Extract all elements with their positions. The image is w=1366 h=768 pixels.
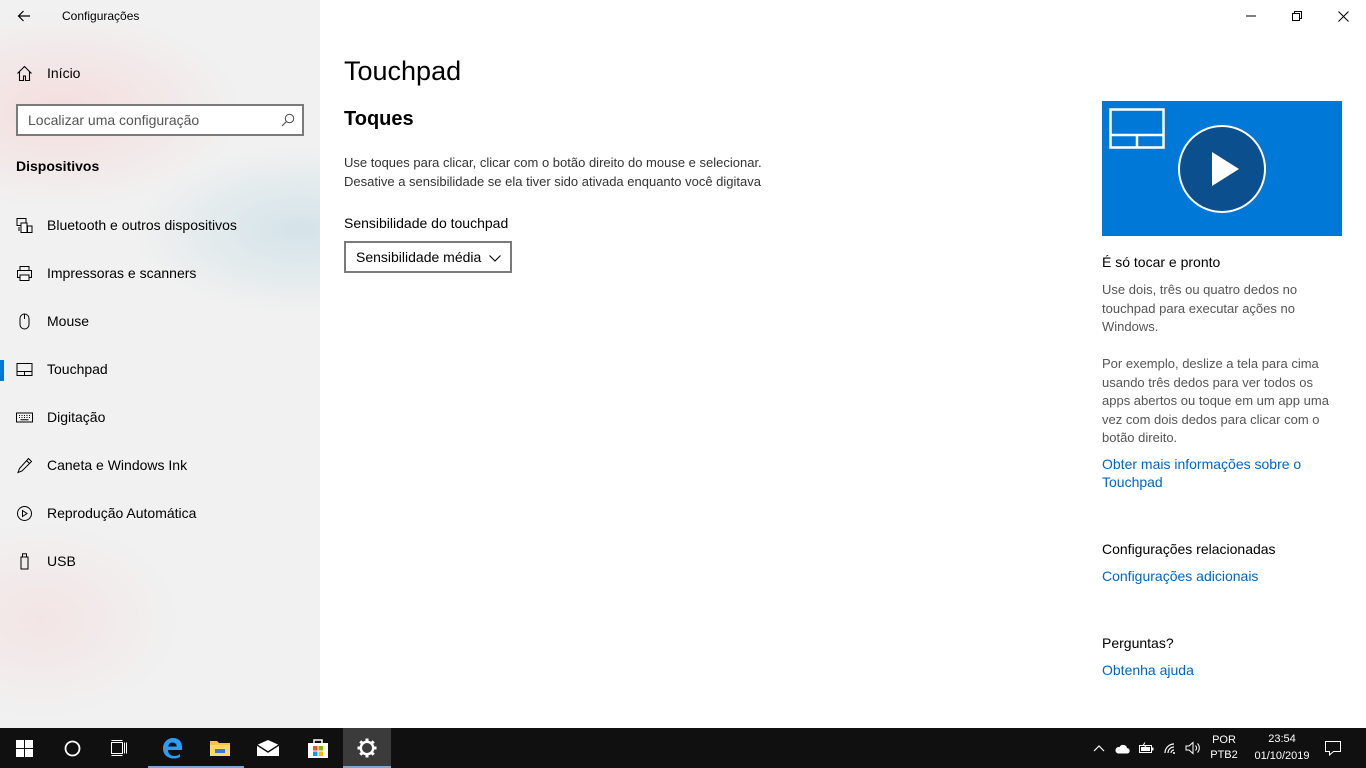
- pen-icon: [17, 457, 33, 474]
- page-title: Touchpad: [344, 56, 462, 86]
- sidebar-item-home[interactable]: Início: [0, 58, 320, 88]
- close-icon: [1337, 10, 1349, 22]
- speaker-icon: [1185, 741, 1200, 755]
- play-icon[interactable]: [1177, 124, 1267, 214]
- video-heading: É só tocar e pronto: [1102, 254, 1221, 270]
- sidebar-item-label: Reprodução Automática: [47, 505, 197, 521]
- sidebar-item-label: Digitação: [47, 409, 106, 425]
- video-thumbnail[interactable]: [1102, 101, 1342, 236]
- sidebar-section-title: Dispositivos: [16, 158, 100, 174]
- store-icon: [308, 739, 328, 758]
- printer-icon: [17, 266, 32, 281]
- notification-icon: [1325, 740, 1341, 756]
- keyboard-layout: PTB2: [1210, 749, 1238, 761]
- sensitivity-dropdown[interactable]: Sensibilidade média: [344, 241, 512, 273]
- close-button[interactable]: [1320, 0, 1366, 32]
- show-hidden-icons-button[interactable]: [1091, 740, 1107, 756]
- volume-tray-icon[interactable]: [1185, 740, 1201, 756]
- sidebar: Configurações Início Dispositivos Blueto…: [0, 0, 320, 728]
- sidebar-item-printers[interactable]: Impressoras e scanners: [0, 254, 320, 302]
- search-icon[interactable]: [281, 113, 295, 127]
- video-example-text: Por exemplo, deslize a tela para cima us…: [1102, 356, 1329, 445]
- start-icon: [15, 739, 33, 757]
- minimize-button[interactable]: [1228, 0, 1274, 32]
- get-help-link[interactable]: Obtenha ajuda: [1102, 661, 1342, 679]
- onedrive-tray-icon[interactable]: [1114, 740, 1130, 756]
- questions-heading: Perguntas?: [1102, 635, 1174, 651]
- additional-settings-link[interactable]: Configurações adicionais: [1102, 567, 1342, 585]
- back-button[interactable]: [8, 4, 40, 28]
- sidebar-item-label: Caneta e Windows Ink: [47, 457, 188, 473]
- clock[interactable]: 23:54 01/10/2019: [1244, 732, 1320, 764]
- battery-icon: [1139, 742, 1154, 753]
- network-tray-icon[interactable]: [1163, 740, 1179, 756]
- touchpad-icon: [16, 363, 33, 376]
- minimize-icon: [1246, 15, 1256, 17]
- sensitivity-value: Sensibilidade média: [356, 249, 482, 265]
- sidebar-item-usb[interactable]: USB: [0, 542, 320, 590]
- sidebar-item-touchpad[interactable]: Touchpad: [0, 350, 320, 398]
- sidebar-item-label: Bluetooth e outros dispositivos: [47, 217, 237, 233]
- search-box[interactable]: [16, 104, 304, 136]
- sidebar-item-typing[interactable]: Digitação: [0, 398, 320, 446]
- file-explorer-button[interactable]: [196, 728, 244, 768]
- sidebar-item-label: USB: [47, 553, 76, 569]
- bluetooth-devices-icon: [16, 218, 33, 233]
- restore-icon: [1292, 11, 1302, 21]
- sidebar-item-mouse[interactable]: Mouse: [0, 302, 320, 350]
- sidebar-item-label: Início: [47, 65, 81, 81]
- file-explorer-icon: [210, 741, 230, 756]
- mail-button[interactable]: [244, 728, 292, 768]
- taskbar: POR PTB2 23:54 01/10/2019: [0, 728, 1366, 768]
- description-line: Use toques para clicar, clicar com o bot…: [344, 155, 762, 170]
- mouse-icon: [19, 313, 30, 330]
- chevron-down-icon: [489, 255, 501, 262]
- mail-icon: [256, 740, 280, 756]
- input-language-indicator[interactable]: POR PTB2: [1206, 733, 1242, 763]
- related-settings-heading: Configurações relacionadas: [1102, 541, 1276, 557]
- store-button[interactable]: [294, 728, 342, 768]
- sidebar-item-label: Touchpad: [47, 361, 108, 377]
- sidebar-item-label: Mouse: [47, 313, 90, 329]
- back-arrow-icon: [17, 10, 30, 22]
- sensitivity-label: Sensibilidade do touchpad: [344, 215, 509, 231]
- sidebar-item-label: Impressoras e scanners: [47, 265, 197, 281]
- action-center-button[interactable]: [1325, 740, 1341, 756]
- app-title: Configurações: [62, 9, 140, 23]
- restore-button[interactable]: [1274, 0, 1320, 32]
- clock-date: 01/10/2019: [1254, 750, 1310, 762]
- cortana-icon: [64, 740, 80, 756]
- start-button[interactable]: [0, 728, 48, 768]
- video-text: Use dois, três ou quatro dedos no touchp…: [1102, 282, 1298, 334]
- task-view-icon: [111, 740, 127, 756]
- settings-button[interactable]: [343, 728, 391, 768]
- keyboard-icon: [16, 412, 33, 423]
- touchpad-icon: [1109, 108, 1165, 149]
- chevron-up-icon: [1093, 745, 1105, 752]
- settings-icon: [357, 738, 377, 758]
- taps-description: Use toques para clicar, clicar com o bot…: [344, 154, 844, 191]
- battery-tray-icon[interactable]: [1139, 740, 1155, 756]
- sidebar-item-autoplay[interactable]: Reprodução Automática: [0, 494, 320, 542]
- edge-button[interactable]: [148, 728, 196, 768]
- more-info-link[interactable]: Obter mais informações sobre o Touchpad: [1102, 455, 1342, 491]
- search-input[interactable]: [18, 106, 278, 134]
- task-view-button[interactable]: [96, 728, 144, 768]
- section-title: Toques: [344, 108, 414, 130]
- usb-icon: [20, 553, 29, 570]
- sidebar-nav: Bluetooth e outros dispositivos Impresso…: [0, 206, 320, 590]
- edge-icon: [163, 738, 182, 759]
- sidebar-item-pen[interactable]: Caneta e Windows Ink: [0, 446, 320, 494]
- sidebar-item-bluetooth[interactable]: Bluetooth e outros dispositivos: [0, 206, 320, 254]
- clock-time: 23:54: [1268, 733, 1296, 745]
- wifi-icon: [1164, 742, 1176, 754]
- home-icon: [17, 65, 32, 82]
- cloud-icon: [1115, 744, 1130, 753]
- language-code: POR: [1212, 734, 1236, 746]
- description-line: Desative a sensibilidade se ela tiver si…: [344, 173, 761, 189]
- autoplay-icon: [17, 506, 32, 521]
- cortana-button[interactable]: [48, 728, 96, 768]
